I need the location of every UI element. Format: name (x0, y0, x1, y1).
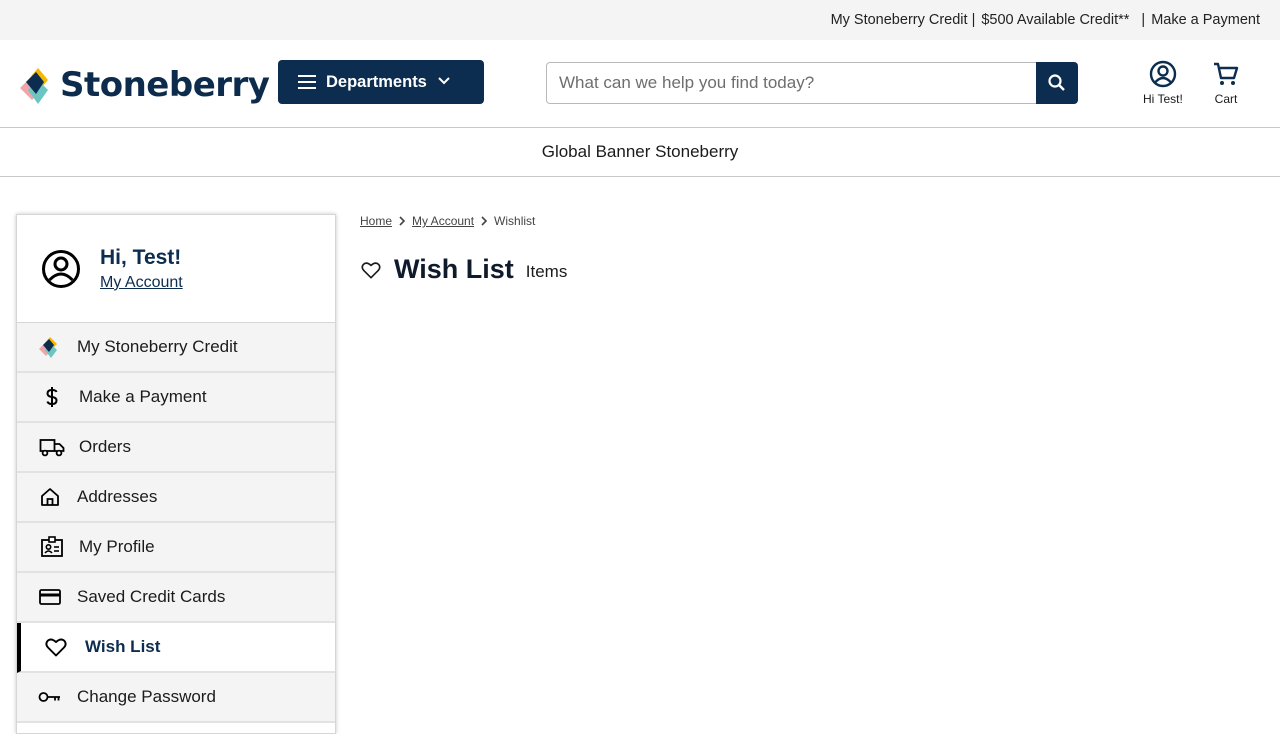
logo[interactable]: Stoneberry (16, 64, 270, 106)
sidebar-item-label: Orders (79, 437, 131, 456)
chevron-right-icon (398, 216, 406, 226)
breadcrumb-my-account[interactable]: My Account (412, 214, 474, 228)
home-icon (37, 484, 63, 510)
breadcrumb: Home My Account Wishlist (360, 214, 535, 228)
sidebar-item-label: My Stoneberry Credit (77, 337, 238, 356)
account-sidebar: Hi, Test! My Account My Stoneberry Credi… (16, 214, 336, 734)
sidebar-item-my-stoneberry-credit[interactable]: My Stoneberry Credit (17, 323, 335, 373)
make-payment-link[interactable]: Make a Payment (1151, 12, 1260, 28)
utility-bar: My Stoneberry Credit | $500 Available Cr… (0, 0, 1280, 40)
greeting: Hi, Test! (100, 245, 182, 269)
site-header: Stoneberry Departments Hi Test! (0, 40, 1280, 128)
separator: | (1141, 12, 1146, 28)
sidebar-item-change-password[interactable]: Change Password (17, 673, 335, 723)
sidebar-item-wish-list[interactable]: Wish List (17, 623, 335, 673)
search-bar (546, 62, 1078, 104)
logo-text: Stoneberry (60, 65, 270, 105)
sidebar-item-label: Addresses (77, 487, 158, 506)
departments-button[interactable]: Departments (278, 60, 484, 104)
cart-button[interactable]: Cart (1212, 60, 1240, 106)
sidebar-item-saved-credit-cards[interactable]: Saved Credit Cards (17, 573, 335, 623)
account-button[interactable]: Hi Test! (1143, 60, 1183, 106)
sidebar-item-label: Change Password (77, 687, 216, 706)
sidebar-item-my-profile[interactable]: My Profile (17, 523, 335, 573)
credit-card-icon (37, 584, 63, 610)
account-icon (1149, 60, 1177, 88)
stoneberry-logo-icon (37, 334, 63, 360)
breadcrumb-home[interactable]: Home (360, 214, 392, 228)
global-banner: Global Banner Stoneberry (0, 128, 1280, 177)
search-icon (1048, 74, 1065, 91)
sidebar-item-addresses[interactable]: Addresses (17, 473, 335, 523)
menu-icon (298, 75, 316, 89)
sidebar-header: Hi, Test! My Account (17, 215, 335, 323)
page-title-row: Wish List Items (360, 254, 567, 285)
available-credit-text: $500 Available Credit** (981, 12, 1130, 28)
departments-label: Departments (326, 72, 427, 91)
credit-link[interactable]: My Stoneberry Credit (831, 12, 968, 28)
id-card-icon (39, 534, 65, 560)
sidebar-item-label: Wish List (85, 637, 161, 656)
sidebar-item-make-a-payment[interactable]: Make a Payment (17, 373, 335, 423)
chevron-right-icon (480, 216, 488, 226)
banner-text: Global Banner Stoneberry (541, 142, 739, 161)
page-title: Wish List (394, 254, 514, 284)
cart-icon (1214, 62, 1239, 85)
sidebar-item-label: Saved Credit Cards (77, 587, 226, 606)
sidebar-item-label: My Profile (79, 537, 155, 556)
stoneberry-logo-icon (20, 68, 48, 104)
sidebar-item-label: Make a Payment (79, 387, 207, 406)
truck-icon (39, 434, 65, 460)
account-label: Hi Test! (1143, 92, 1183, 106)
item-count-label: Items (525, 261, 568, 281)
dollar-icon (39, 384, 65, 410)
breadcrumb-current: Wishlist (494, 214, 536, 228)
heart-icon (43, 634, 69, 660)
my-account-link[interactable]: My Account (100, 274, 183, 292)
chevron-down-icon (438, 76, 450, 84)
search-input[interactable] (546, 62, 1036, 104)
separator: | (971, 12, 976, 28)
heart-icon (361, 261, 381, 279)
search-button[interactable] (1036, 62, 1078, 104)
key-icon (37, 684, 63, 710)
sidebar-item-orders[interactable]: Orders (17, 423, 335, 473)
cart-label: Cart (1214, 92, 1238, 106)
user-avatar-icon (42, 249, 80, 288)
